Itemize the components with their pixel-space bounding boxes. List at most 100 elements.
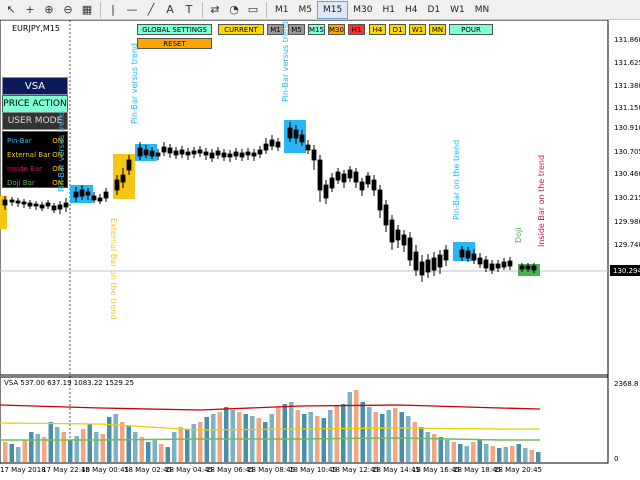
vertical-line-icon[interactable]: |: [104, 1, 122, 19]
volume-bar: [178, 427, 183, 462]
candle-body: [2, 199, 8, 206]
grid-icon[interactable]: ▦: [78, 1, 96, 19]
candle-body: [39, 204, 45, 209]
price-axis-label: 129.740: [614, 241, 640, 249]
crosshair-icon[interactable]: +: [21, 1, 39, 19]
candle-body: [114, 179, 120, 191]
volume-bar: [373, 412, 378, 462]
candle-body: [120, 174, 126, 183]
candle-body: [161, 146, 167, 153]
price-axis-label: 130.705: [614, 148, 640, 156]
candle-body: [335, 171, 341, 181]
volume-bar: [276, 407, 281, 462]
volume-bar: [185, 429, 190, 462]
candle-body: [311, 149, 317, 161]
periodicity-icon[interactable]: ▭: [244, 1, 262, 19]
toolbar: ↖ + ⊕ ⊖ ▦ | — ╱ A T ⇄ ◔ ▭ M1 M5 M15 M30 H1 H4 D1 W1 MN: [0, 0, 640, 20]
volume-bar: [237, 412, 242, 462]
candle-body: [459, 249, 465, 258]
panel-tf-d1-button[interactable]: D1: [389, 24, 406, 35]
timeframe-m5[interactable]: M5: [294, 1, 318, 19]
candle-body: [203, 151, 209, 156]
arrows-icon[interactable]: ⇄: [206, 1, 224, 19]
inside-bar-on-trend-label: Inside Bar on the trend: [537, 154, 546, 247]
timeframe-h4[interactable]: H4: [400, 1, 423, 19]
volume-bar: [211, 414, 216, 462]
volume-bar: [393, 408, 398, 462]
volume-bar: [302, 414, 307, 462]
candle-body: [9, 199, 15, 203]
volume-bar: [68, 440, 73, 462]
panel-tf-h4-button[interactable]: H4: [369, 24, 386, 35]
toolbar-separator: [266, 1, 267, 18]
candle-body: [126, 159, 132, 171]
trendline-icon[interactable]: ╱: [142, 1, 160, 19]
vsa-button[interactable]: VSA: [2, 77, 68, 95]
text-icon[interactable]: A: [161, 1, 179, 19]
volume-bar: [529, 450, 534, 462]
price-axis-label: 131.625: [614, 59, 640, 67]
price-chart[interactable]: 131.860 131.625 131.380 131.150 130.910 130.7…: [0, 19, 640, 480]
pour-button[interactable]: POUR: [449, 24, 493, 35]
volume-bar: [334, 406, 339, 462]
candle-body: [437, 254, 443, 268]
candle-body: [275, 141, 281, 148]
candle-body: [383, 204, 389, 226]
global-settings-button[interactable]: GLOBAL SETTINGS: [137, 24, 212, 35]
candle-body: [293, 129, 299, 139]
panel-tf-m5-button[interactable]: M5: [288, 24, 305, 35]
volume-bar: [159, 444, 164, 462]
timeframe-m15[interactable]: M15: [317, 0, 349, 19]
status-label: Doji Bar: [7, 179, 35, 187]
volume-bar: [289, 402, 294, 462]
timeframe-d1[interactable]: D1: [422, 1, 445, 19]
candle-body: [483, 259, 489, 269]
candle-body: [353, 171, 359, 183]
toolbar-separator: [202, 1, 203, 18]
timeframe-mn[interactable]: MN: [470, 1, 495, 19]
time-axis-label: 18 May 00:45: [81, 466, 129, 474]
candle-body: [525, 265, 531, 270]
objects-icon[interactable]: ◔: [225, 1, 243, 19]
timeframe-m30[interactable]: M30: [348, 1, 377, 19]
current-price-text: 130.294: [613, 267, 640, 275]
candle-body: [263, 143, 269, 151]
panel-tf-m30-button[interactable]: M30: [328, 24, 345, 35]
volume-bar: [523, 448, 528, 462]
panel-tf-w1-button[interactable]: W1: [409, 24, 426, 35]
candle-body: [21, 201, 27, 205]
time-axis-label: 17 May 2018: [0, 466, 46, 474]
cursor-icon[interactable]: ↖: [2, 1, 20, 19]
zoom-out-icon[interactable]: ⊖: [59, 1, 77, 19]
timeframe-w1[interactable]: W1: [445, 1, 470, 19]
time-axis-label: 18 May 10:45: [289, 466, 337, 474]
horizontal-line-icon[interactable]: —: [123, 1, 141, 19]
symbol-label: EURJPY,M15: [12, 24, 60, 33]
volume-bar: [445, 440, 450, 462]
timeframe-m1[interactable]: M1: [270, 1, 294, 19]
external-bar-on-trend-label: External Bar on the trend: [109, 218, 118, 320]
chart-canvas: 131.860 131.625 131.380 131.150 130.910 130.7…: [0, 19, 640, 474]
current-button[interactable]: CURRENT: [218, 24, 264, 35]
panel-tf-mn-button[interactable]: MN: [429, 24, 446, 35]
volume-bar: [341, 404, 346, 462]
zoom-in-icon[interactable]: ⊕: [40, 1, 58, 19]
reset-button[interactable]: RESET: [137, 38, 212, 49]
volume-bar: [516, 444, 521, 462]
candle-body: [245, 151, 251, 156]
candle-body: [371, 179, 377, 191]
metatrader-window: ↖ + ⊕ ⊖ ▦ | — ╱ A T ⇄ ◔ ▭ M1 M5 M15 M30 H1 H4 D1 W1 MN 131.8…: [0, 0, 640, 480]
volume-bar: [152, 440, 157, 462]
panel-tf-h1-button[interactable]: H1: [348, 24, 365, 35]
volume-bar: [295, 410, 300, 462]
candle-body: [471, 253, 477, 261]
volume-bar: [224, 407, 229, 462]
volume-bar: [3, 442, 8, 462]
candle-body: [329, 177, 335, 189]
timeframe-h1[interactable]: H1: [377, 1, 400, 19]
volume-bar: [321, 418, 326, 462]
text-label-icon[interactable]: T: [180, 1, 198, 19]
candle-body: [507, 260, 513, 267]
volume-bar: [477, 440, 482, 462]
panel-tf-m15-button[interactable]: M15: [308, 24, 325, 35]
